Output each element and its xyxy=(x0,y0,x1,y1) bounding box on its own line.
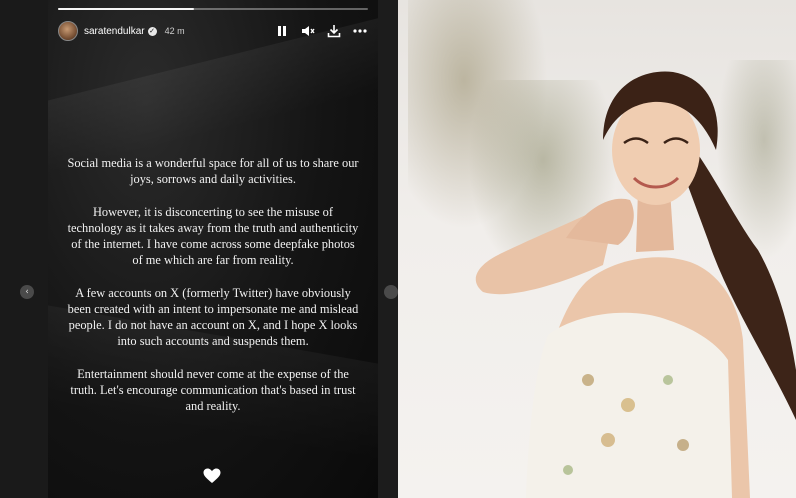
next-story-button[interactable] xyxy=(384,285,398,299)
pause-icon[interactable] xyxy=(274,23,290,39)
story-progress-bar xyxy=(58,8,368,10)
message-paragraph: A few accounts on X (formerly Twitter) h… xyxy=(67,286,359,348)
story-panel: saratendulkar ✓ 42 m Social media is a w… xyxy=(48,0,378,498)
mute-icon[interactable] xyxy=(300,23,316,39)
story-progress-fill xyxy=(58,8,195,10)
heart-icon xyxy=(203,468,223,486)
verified-badge-icon: ✓ xyxy=(147,26,157,36)
previous-story-button[interactable]: ‹ xyxy=(20,285,34,299)
story-controls xyxy=(274,23,368,39)
message-paragraph: Entertainment should never come at the e… xyxy=(70,367,356,413)
download-icon[interactable] xyxy=(326,23,342,39)
message-paragraph: Social media is a wonderful space for al… xyxy=(67,156,359,186)
story-header: saratendulkar ✓ 42 m xyxy=(58,20,368,42)
photo-panel xyxy=(398,0,796,498)
message-paragraph: However, it is disconcerting to see the … xyxy=(67,205,359,267)
left-gutter xyxy=(0,0,48,498)
woman-portrait-image xyxy=(475,71,796,498)
username[interactable]: saratendulkar xyxy=(84,26,145,37)
avatar[interactable] xyxy=(58,21,78,41)
story-message: Social media is a wonderful space for al… xyxy=(66,155,360,431)
more-icon[interactable] xyxy=(352,23,368,39)
story-timestamp: 42 m xyxy=(164,26,185,36)
